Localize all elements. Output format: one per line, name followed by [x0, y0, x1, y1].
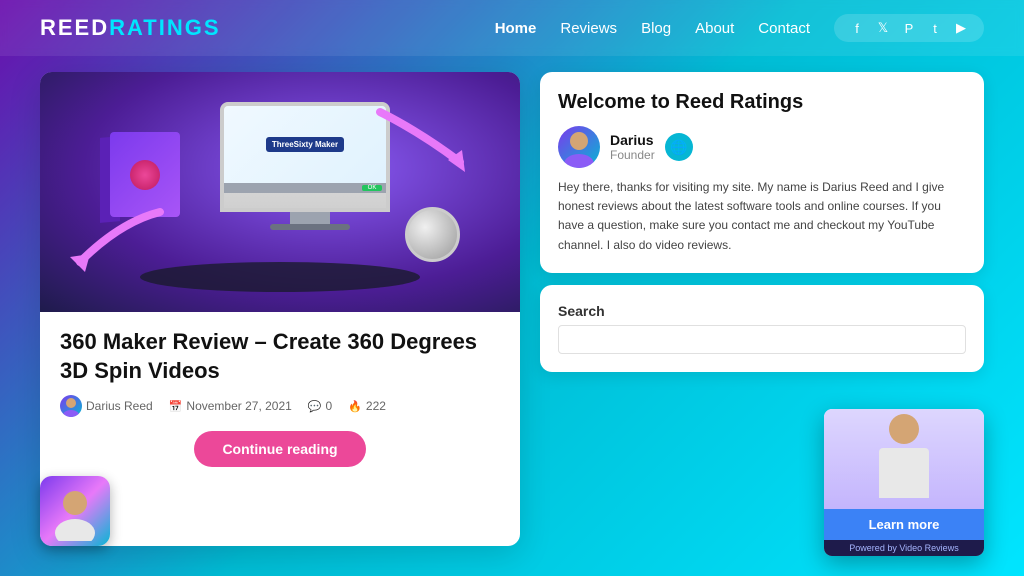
- person-figure: [874, 414, 934, 504]
- welcome-title: Welcome to Reed Ratings: [558, 90, 966, 114]
- facebook-icon[interactable]: f: [848, 21, 866, 36]
- header: ReedRatings Home Reviews Blog About Cont…: [0, 0, 1024, 56]
- author-name: Darius Reed: [86, 399, 153, 413]
- article-card: ThreeSixty Maker OK: [40, 72, 520, 546]
- learn-more-button[interactable]: Learn more: [824, 509, 984, 540]
- stage-platform: [140, 262, 420, 292]
- arrow-right: [370, 102, 470, 182]
- nav-blog[interactable]: Blog: [641, 20, 671, 37]
- powered-by-text: Powered by Video Reviews: [824, 540, 984, 556]
- views-meta: 🔥 222: [348, 399, 386, 413]
- search-input[interactable]: [558, 325, 966, 354]
- author-info: Darius Founder: [610, 132, 655, 162]
- author-row: Darius Founder 🌐: [558, 126, 966, 168]
- author-bio: Hey there, thanks for visiting my site. …: [558, 178, 966, 255]
- continue-reading-button[interactable]: Continue reading: [194, 431, 365, 467]
- comments-count: 0: [326, 399, 333, 413]
- person-body: [879, 448, 929, 498]
- author-avatar: [558, 126, 600, 168]
- author-avatar-small: [60, 395, 82, 417]
- date-meta: 📅 November 27, 2021: [169, 399, 292, 413]
- video-person: [824, 409, 984, 509]
- arrow-left: [60, 202, 180, 282]
- calendar-icon: 📅: [169, 400, 183, 413]
- welcome-card: Welcome to Reed Ratings Darius Founder 🌐…: [540, 72, 984, 273]
- nav-about[interactable]: About: [695, 20, 734, 37]
- comment-icon: 💬: [308, 400, 322, 413]
- nav-reviews[interactable]: Reviews: [560, 20, 617, 37]
- search-card: Search: [540, 285, 984, 372]
- logo: ReedRatings: [40, 15, 221, 41]
- tumblr-icon[interactable]: t: [926, 21, 944, 36]
- person-head: [889, 414, 919, 444]
- fire-icon: 🔥: [348, 400, 362, 413]
- nav-contact[interactable]: Contact: [758, 20, 810, 37]
- video-thumbnail: [824, 409, 984, 509]
- search-label: Search: [558, 303, 966, 319]
- sidebar-author-role: Founder: [610, 148, 655, 162]
- camera-360: [405, 207, 460, 262]
- sidebar-author-name: Darius: [610, 132, 655, 148]
- youtube-icon[interactable]: ▶: [952, 20, 970, 36]
- nav-home[interactable]: Home: [495, 20, 537, 37]
- article-body: 360 Maker Review – Create 360 Degrees 3D…: [40, 312, 520, 546]
- article-meta: Darius Reed 📅 November 27, 2021 💬 0 🔥 22…: [60, 395, 500, 417]
- video-widget: Learn more Powered by Video Reviews: [824, 409, 984, 556]
- bottom-left-avatar: [40, 476, 110, 546]
- main-nav: Home Reviews Blog About Contact f 𝕏 P t …: [495, 14, 984, 42]
- threesixty-badge: ThreeSixty Maker: [266, 137, 344, 152]
- article-date: November 27, 2021: [186, 399, 291, 413]
- globe-button[interactable]: 🌐: [665, 133, 693, 161]
- social-icons-group: f 𝕏 P t ▶: [834, 14, 984, 42]
- twitter-icon[interactable]: 𝕏: [874, 20, 892, 36]
- views-count: 222: [366, 399, 386, 413]
- pinterest-icon[interactable]: P: [900, 21, 918, 36]
- comments-meta: 💬 0: [308, 399, 332, 413]
- article-image: ThreeSixty Maker OK: [40, 72, 520, 312]
- article-title: 360 Maker Review – Create 360 Degrees 3D…: [60, 328, 500, 385]
- author-meta: Darius Reed: [60, 395, 153, 417]
